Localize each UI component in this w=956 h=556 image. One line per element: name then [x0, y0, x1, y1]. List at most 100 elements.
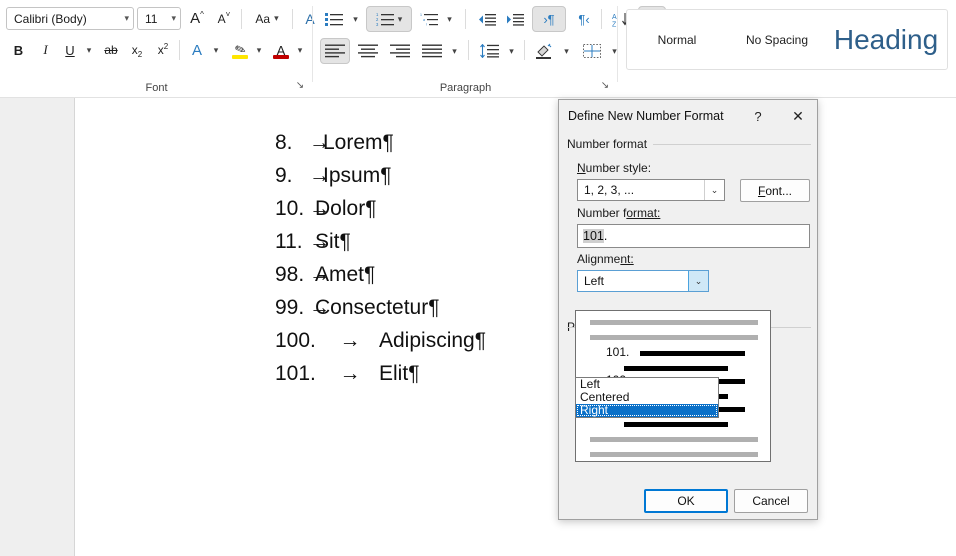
line-spacing-button[interactable] [474, 38, 504, 64]
text-effects-button[interactable]: A [185, 38, 209, 62]
align-left-button[interactable] [320, 38, 350, 64]
document-page[interactable]: 8. → Lorem ¶ 9. → Ipsum ¶ 10. → Dolor ¶ 11. → Sit ¶ … [74, 98, 956, 556]
bullets-dropdown[interactable]: ▾ [348, 7, 363, 31]
list-item[interactable]: 11. → Sit ¶ [275, 225, 486, 258]
close-icon[interactable]: ✕ [785, 104, 811, 128]
ok-button[interactable]: OK [644, 489, 728, 513]
styles-gallery: Normal No Spacing Heading [626, 9, 948, 70]
tab-mark-icon: → [339, 362, 361, 385]
list-item[interactable]: 100. → Adipiscing ¶ [275, 324, 486, 357]
bullets-button[interactable] [320, 7, 348, 31]
alignment-dropdown[interactable]: ▾ [447, 38, 462, 64]
shading-button[interactable] [530, 38, 558, 64]
strikethrough-button[interactable]: ab [99, 38, 123, 62]
ribbon-group-font: Calibri (Body) ▾ 11 ▾ A ^ A ˅ Aa ▾ A B I… [0, 0, 315, 97]
help-icon[interactable]: ? [745, 104, 771, 128]
list-item[interactable]: 101. → Elit ¶ [275, 357, 486, 390]
line-spacing-icon [480, 44, 499, 58]
text-highlight-button[interactable]: ✎ [228, 38, 252, 62]
style-heading-label: Heading [833, 23, 939, 55]
change-case-button[interactable]: Aa ▾ [247, 7, 287, 30]
grow-font-button[interactable]: A ^ [185, 7, 209, 30]
increase-indent-icon [507, 13, 524, 26]
shading-dropdown[interactable]: ▾ [559, 38, 574, 64]
font-size-combo[interactable]: 11 ▾ [137, 7, 181, 30]
subscript-button[interactable]: x 2 [125, 38, 149, 62]
chevron-down-icon: ▾ [452, 45, 457, 56]
list-item[interactable]: 99. → Consectetur ¶ [275, 291, 486, 324]
font-color-button[interactable]: A [269, 38, 293, 62]
number-format-input[interactable]: 101. [577, 224, 810, 248]
shading-icon [536, 43, 552, 59]
alignment-option-right[interactable]: Right [576, 404, 718, 417]
underline-dropdown[interactable]: ▾ [81, 38, 97, 62]
dialog-titlebar[interactable]: Define New Number Format [559, 100, 817, 132]
ribbon-group-styles: Normal No Spacing Heading [618, 0, 956, 97]
list-number: 10. [275, 197, 305, 220]
font-button[interactable]: Font... [740, 179, 810, 202]
numbered-list: 8. → Lorem ¶ 9. → Ipsum ¶ 10. → Dolor ¶ 11. → Sit ¶ … [275, 126, 486, 390]
pilcrow-mark-icon: ¶ [339, 230, 351, 253]
list-item[interactable]: 10. → Dolor ¶ [275, 192, 486, 225]
list-item[interactable]: 9. → Ipsum ¶ [275, 159, 486, 192]
chevron-down-icon: ▾ [509, 45, 514, 56]
increase-indent-button[interactable] [501, 7, 528, 31]
paragraph-dialog-launcher[interactable]: ↘ [598, 79, 612, 93]
list-text: Amet [315, 263, 365, 286]
bold-button[interactable]: B [6, 38, 31, 62]
shrink-font-icon: A [217, 11, 226, 26]
shrink-font-button[interactable]: A ˅ [212, 7, 236, 30]
chevron-down-icon: ▾ [86, 44, 92, 55]
justify-button[interactable] [417, 38, 447, 64]
borders-icon [583, 44, 601, 58]
svg-text:a: a [423, 18, 425, 22]
superscript-button[interactable]: x 2 [151, 38, 175, 62]
underline-button[interactable]: U [58, 38, 82, 62]
align-left-icon [325, 44, 345, 58]
divider [241, 9, 242, 29]
chevron-down-icon: ▾ [297, 44, 303, 55]
multilevel-list-button[interactable]: 1 a i [416, 7, 442, 31]
rtl-text-direction-button[interactable]: ¶‹ [569, 7, 599, 31]
number-style-label-rest: umber style: [585, 161, 652, 175]
style-normal-label: Normal [657, 32, 697, 47]
list-item[interactable]: 8. → Lorem ¶ [275, 126, 486, 159]
borders-button[interactable] [578, 38, 606, 64]
list-number: 11. [275, 230, 303, 253]
line-spacing-dropdown[interactable]: ▾ [504, 38, 519, 64]
font-size-value: 11 [145, 11, 158, 26]
list-item[interactable]: 98. → Amet ¶ [275, 258, 486, 291]
align-right-button[interactable] [385, 38, 415, 64]
text-effects-dropdown[interactable]: ▾ [208, 38, 224, 62]
alignment-dropdown-list[interactable]: Left Centered Right [575, 377, 719, 418]
font-name-combo[interactable]: Calibri (Body) ▾ [6, 7, 134, 30]
chevron-down-icon[interactable]: ⌄ [688, 271, 708, 291]
chevron-down-icon: ▾ [353, 13, 358, 24]
number-format-label-accesskey: ormat: [626, 206, 661, 220]
decrease-indent-button[interactable] [473, 7, 500, 31]
list-text: Consectetur [315, 296, 429, 319]
style-heading[interactable]: Heading [827, 10, 945, 69]
numbering-button[interactable]: 1 2 3 ▾ [366, 6, 412, 32]
number-style-combo[interactable]: 1, 2, 3, ... ⌄ [577, 179, 725, 201]
text-effects-icon: A [191, 41, 202, 59]
list-text: Elit [379, 362, 409, 385]
style-normal[interactable]: Normal [627, 10, 727, 69]
italic-button[interactable]: I [33, 38, 58, 62]
font-color-dropdown[interactable]: ▾ [292, 38, 308, 62]
alignment-label-accesskey: nt: [620, 252, 634, 266]
style-no-spacing[interactable]: No Spacing [727, 10, 827, 69]
strikethrough-icon: ab [104, 43, 118, 57]
chevron-down-icon[interactable]: ⌄ [704, 180, 724, 200]
font-dialog-launcher[interactable]: ↘ [293, 79, 307, 93]
pilcrow-mark-icon: ¶ [364, 263, 376, 286]
preview-placeholder-line [590, 335, 758, 340]
ltr-text-direction-button[interactable]: ›¶ [532, 6, 566, 32]
multilevel-list-dropdown[interactable]: ▾ [442, 7, 457, 31]
align-center-button[interactable] [353, 38, 383, 64]
number-style-label: Number style: [577, 161, 651, 175]
text-highlight-dropdown[interactable]: ▾ [251, 38, 267, 62]
chevron-down-icon: ▾ [564, 45, 569, 56]
cancel-button[interactable]: Cancel [734, 489, 808, 513]
alignment-combo[interactable]: Left ⌄ [577, 270, 709, 292]
